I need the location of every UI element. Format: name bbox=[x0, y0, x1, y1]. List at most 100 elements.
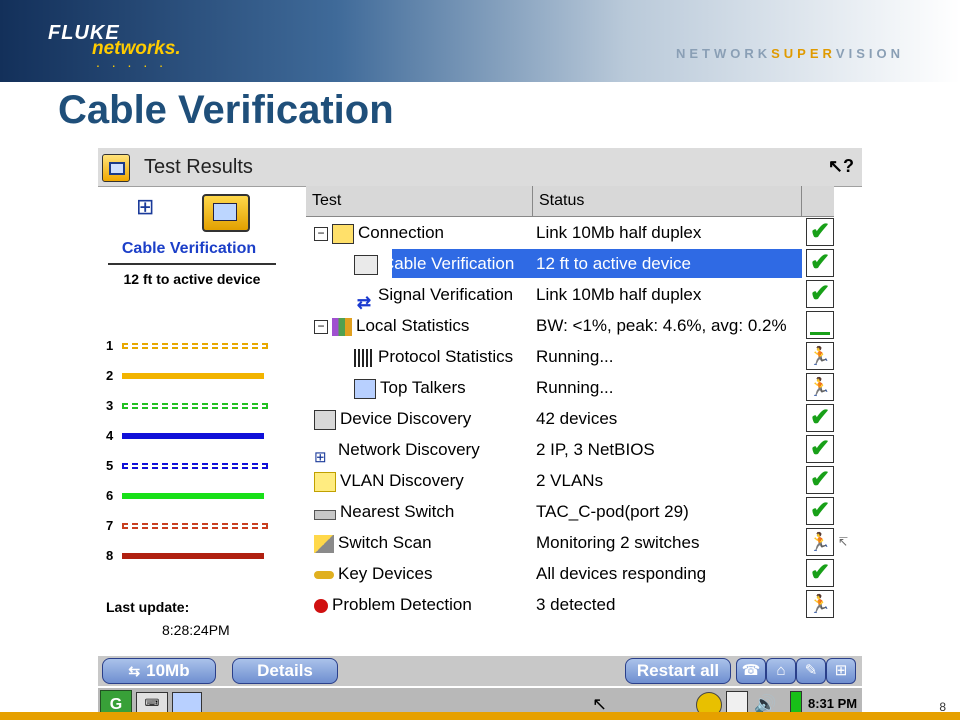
test-name: Connection bbox=[358, 223, 445, 242]
help-pointer-icon[interactable]: ↖? bbox=[828, 156, 854, 177]
wire-number: 1 bbox=[106, 338, 114, 353]
network-icon[interactable]: ⊞ bbox=[826, 658, 856, 684]
phone-icon[interactable]: ☎ bbox=[736, 658, 766, 684]
wire-line bbox=[122, 403, 268, 409]
test-name: Cable Verification bbox=[382, 254, 515, 273]
test-name: Network Discovery bbox=[338, 440, 480, 459]
details-button[interactable]: Details bbox=[232, 658, 338, 684]
clock: 8:31 PM bbox=[808, 696, 858, 711]
result-row[interactable]: − Connection Link 10Mb half duplex ✔ bbox=[306, 217, 834, 248]
test-name: Key Devices bbox=[338, 564, 433, 583]
status-cell: Link 10Mb half duplex bbox=[536, 285, 702, 304]
test-cell: Problem Detection bbox=[314, 589, 472, 620]
network-discovery-icon: ⊞ bbox=[314, 448, 327, 466]
running-icon: 🏃 bbox=[806, 373, 834, 401]
test-cell: Nearest Switch bbox=[314, 496, 454, 527]
vlan-discovery-icon bbox=[314, 471, 336, 492]
page-number: 8 bbox=[939, 700, 946, 714]
status-cell: 2 IP, 3 NetBIOS bbox=[536, 440, 655, 459]
wire-number: 2 bbox=[106, 368, 114, 383]
test-name: Switch Scan bbox=[338, 533, 432, 552]
wire-number: 7 bbox=[106, 518, 114, 533]
cable-distance: 12 ft to active device bbox=[108, 263, 276, 287]
wire-line bbox=[122, 493, 264, 499]
test-cell: VLAN Discovery bbox=[314, 465, 464, 496]
status-cell: Monitoring 2 switches bbox=[536, 533, 700, 552]
header-banner: FLUKE networks. . . . . . NETWORKSUPERVI… bbox=[0, 0, 960, 82]
test-name: Signal Verification bbox=[378, 285, 514, 304]
test-cell: Cable Verification bbox=[354, 248, 514, 279]
wire-line bbox=[122, 463, 268, 469]
wire-5: 5 bbox=[106, 458, 274, 474]
result-row[interactable]: Key Devices All devices responding ✔ bbox=[306, 558, 834, 589]
level-bar-icon bbox=[806, 311, 834, 339]
status-cell: 12 ft to active device bbox=[536, 254, 691, 273]
wire-8: 8 bbox=[106, 548, 274, 564]
window-title: Test Results bbox=[144, 156, 253, 178]
running-icon: 🏃 bbox=[806, 590, 834, 618]
wire-line bbox=[122, 433, 264, 439]
restart-all-button[interactable]: Restart all bbox=[625, 658, 731, 684]
device-screen: Test Results ↖? ⊞ Cable Verification 12 … bbox=[98, 148, 862, 656]
test-name: Device Discovery bbox=[340, 409, 472, 428]
test-name: Nearest Switch bbox=[340, 502, 455, 521]
protocol-statistics-icon bbox=[354, 348, 374, 367]
test-cell: Device Discovery bbox=[314, 403, 471, 434]
wire-line bbox=[122, 373, 264, 379]
wire-number: 8 bbox=[106, 548, 114, 563]
wire-line bbox=[122, 523, 268, 529]
test-name: Local Statistics bbox=[356, 316, 470, 335]
test-results-grid: Test Status − Connection Link 10Mb half du… bbox=[306, 186, 834, 618]
pass-check-icon: ✔ bbox=[806, 435, 834, 463]
status-cell: 2 VLANs bbox=[536, 471, 604, 490]
pass-check-icon: ✔ bbox=[806, 280, 834, 308]
result-row[interactable]: VLAN Discovery 2 VLANs ✔ bbox=[306, 465, 834, 496]
pass-check-icon: ✔ bbox=[806, 249, 834, 277]
slide-title: Cable Verification bbox=[58, 88, 394, 132]
test-cell: ⇄ Signal Verification bbox=[354, 279, 514, 312]
result-row[interactable]: Protocol Statistics Running... 🏃 bbox=[306, 341, 834, 372]
pass-check-icon: ✔ bbox=[806, 404, 834, 432]
device-discovery-icon bbox=[314, 409, 336, 430]
collapse-toggle-icon[interactable]: − bbox=[314, 319, 328, 334]
result-row[interactable]: Problem Detection 3 detected 🏃 bbox=[306, 589, 834, 620]
status-cell: 3 detected bbox=[536, 595, 616, 614]
column-header-status[interactable]: Status bbox=[533, 186, 802, 216]
home-icon[interactable]: ⌂ bbox=[766, 658, 796, 684]
result-row[interactable]: Nearest Switch TAC_C-pod(port 29) ✔ bbox=[306, 496, 834, 527]
running-icon: 🏃 bbox=[806, 342, 834, 370]
link-speed-button[interactable]: ⇆ 10Mb bbox=[102, 658, 216, 684]
side-glyph: ↸ bbox=[838, 535, 849, 549]
connection-icon bbox=[332, 223, 354, 244]
result-row[interactable]: ⇄ Signal Verification Link 10Mb half duple… bbox=[306, 279, 834, 312]
wire-6: 6 bbox=[106, 488, 274, 504]
cable-verification-icon bbox=[354, 254, 378, 275]
tools-icon[interactable]: ✎ bbox=[796, 658, 826, 684]
result-row[interactable]: Device Discovery 42 devices ✔ bbox=[306, 403, 834, 434]
result-row[interactable]: ⊞ Network Discovery 2 IP, 3 NetBIOS ✔ bbox=[306, 434, 834, 466]
column-header-test[interactable]: Test bbox=[306, 186, 533, 216]
wire-7: 7 bbox=[106, 518, 274, 534]
grid-header: Test Status bbox=[306, 186, 834, 217]
result-row[interactable]: Cable Verification 12 ft to active device… bbox=[306, 248, 834, 279]
status-cell: TAC_C-pod(port 29) bbox=[536, 502, 689, 521]
result-row[interactable]: Top Talkers Running... 🏃 bbox=[306, 372, 834, 403]
pass-check-icon: ✔ bbox=[806, 559, 834, 587]
collapse-toggle-icon[interactable]: − bbox=[314, 226, 328, 241]
test-cell: − Local Statistics bbox=[314, 310, 469, 341]
last-update-label: Last update: bbox=[106, 599, 190, 615]
top-talkers-icon bbox=[354, 378, 376, 399]
problem-detection-icon bbox=[314, 598, 328, 613]
test-name: VLAN Discovery bbox=[340, 471, 464, 490]
logo-dots: . . . . . bbox=[96, 54, 168, 70]
switch-scan-icon bbox=[314, 534, 334, 553]
local-statistics-icon bbox=[332, 317, 352, 336]
wire-4: 4 bbox=[106, 428, 274, 444]
result-row[interactable]: − Local Statistics BW: <1%, peak: 4.6%, av… bbox=[306, 310, 834, 341]
link-swap-icon: ⇆ bbox=[128, 663, 141, 679]
test-name: Protocol Statistics bbox=[378, 347, 514, 366]
result-row[interactable]: Switch Scan Monitoring 2 switches 🏃 bbox=[306, 527, 834, 558]
status-cell: 42 devices bbox=[536, 409, 618, 428]
footer-bar bbox=[0, 712, 960, 720]
tester-device-icon bbox=[202, 194, 250, 232]
